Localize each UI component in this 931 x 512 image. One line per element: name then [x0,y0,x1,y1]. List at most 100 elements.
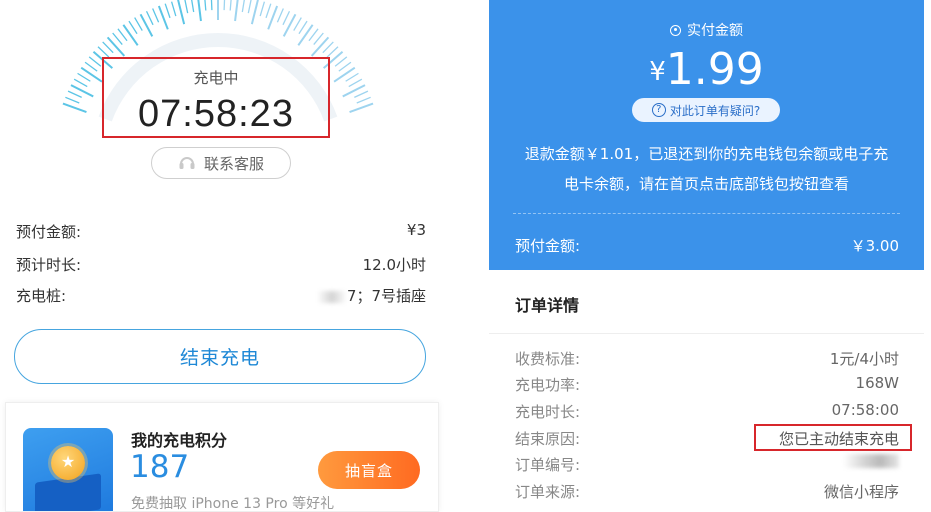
refund-line-1: 退款金额￥1.01，已退还到你的充电钱包余额或电子充 [524,145,889,163]
gauge-tick [229,0,232,11]
gauge-tick [177,0,186,25]
detail-value: 1元/4小时 [829,350,899,368]
gauge-tick [112,32,123,45]
end-reason-highlight-box [754,424,912,451]
detail-value [843,454,899,475]
info-label: 预付金额: [16,223,82,241]
detail-label: 充电功率: [515,376,581,394]
order-question-link[interactable]: ? 对此订单有疑问? [632,98,780,122]
detail-label: 订单编号: [515,456,581,474]
gauge-tick [139,13,154,37]
detail-row-source: 订单来源: 微信小程序 [515,481,899,502]
points-card: 我的充电积分 187 抽盲盒 免费抽取 iPhone 13 Pro 等好礼 [5,402,439,512]
target-icon [670,24,681,36]
gauge-tick [80,66,103,83]
gauge-tick [282,10,291,26]
gauge-tick [102,41,114,54]
gauge-tick [70,84,94,98]
info-row-duration: 预计时长: 12.0小时 [16,254,426,275]
gauge-tick [88,56,102,67]
gauge-tick [97,46,110,58]
points-coin-icon [23,428,113,511]
paid-label: 实付金额 [687,23,743,39]
contact-support-button[interactable]: 联系客服 [151,147,291,179]
detail-divider [489,333,924,334]
gauge-tick [84,61,98,72]
charger-value-text: 7；7号插座 [346,287,426,305]
gauge-tick [152,8,160,23]
redacted-charger-id [316,290,347,303]
gauge-tick [106,36,126,57]
gauge-tick [73,78,88,88]
gauge-tick [334,56,348,67]
gauge-tick [313,32,324,45]
info-value: 7；7号插座 [316,285,426,306]
detail-value: 微信小程序 [823,483,899,501]
gauge-tick [77,72,91,82]
gauge-tick [276,8,284,23]
gauge-tick [298,20,308,35]
paid-amount-value: 1.99 [665,44,764,95]
refund-notice: 退款金额￥1.01，已退还到你的充电钱包余额或电子充 电卡余额，请在首页点击底部… [509,139,904,199]
gauge-tick [259,1,266,17]
info-row-prepaid: 预付金额: ¥3 [16,221,426,242]
gauge-tick [184,0,189,14]
currency-symbol: ¥ [649,57,666,87]
gauge-tick [234,0,239,22]
detail-row-duration: 充电时长: 07:58:00 [515,401,899,422]
gauge-tick [128,20,138,35]
charging-status-panel: 充电中 07:58:23 联系客服 预付金额: ¥3 预计时长: 12.0小时 [0,0,445,512]
points-title: 我的充电积分 [131,431,228,450]
detail-label: 结束原因: [515,430,581,448]
gauge-tick [342,84,366,98]
question-icon: ? [651,103,666,117]
headset-icon [178,155,196,171]
detail-label: 订单来源: [515,483,581,501]
gauge-tick [348,78,363,88]
info-row-charger: 充电桩: 7；7号插座 [16,285,426,306]
detail-label: 收费标准: [515,350,581,368]
detail-row-power: 充电功率: 168W [515,374,899,395]
gauge-tick [223,0,226,11]
gauge-tick [265,3,272,19]
prepaid-row: 预付金额: ￥3.00 [515,235,899,256]
order-summary-panel: 实付金额 ¥1.99 ? 对此订单有疑问? 退款金额￥1.01，已退还到你的充电… [489,0,924,512]
gauge-tick [310,36,330,57]
paid-amount: ¥1.99 [489,44,924,95]
gauge-tick [308,28,319,42]
gauge-tick [338,61,352,72]
gauge-tick [134,17,143,31]
screenshot-root: 充电中 07:58:23 联系客服 预付金额: ¥3 预计时长: 12.0小时 [0,0,931,512]
gauge-tick [197,0,202,22]
redacted-order-number [843,454,899,468]
gauge-tick [345,72,359,82]
charging-status-text: 充电中 [193,69,239,87]
detail-value: 168W [855,374,899,392]
gauge-tick [210,0,213,11]
info-label: 预计时长: [16,256,82,274]
gauge-tick [170,1,177,17]
blind-box-button[interactable]: 抽盲盒 [318,451,420,489]
gauge-tick [145,10,154,26]
gauge-tick [247,0,252,14]
timer-highlight-box: 充电中 07:58:23 [102,57,330,138]
info-label: 充电桩: [16,287,67,305]
gauge-tick [122,24,139,46]
gauge-tick [354,90,369,98]
gauge-tick [282,13,297,37]
gauge-tick [349,102,374,114]
order-detail-title: 订单详情 [515,296,580,315]
gauge-tick [326,46,339,58]
gauge-tick [297,24,314,46]
gauge-tick [67,90,82,98]
end-charging-button[interactable]: 结束充电 [14,329,426,384]
payment-header: 实付金额 ¥1.99 ? 对此订单有疑问? 退款金额￥1.01，已退还到你的充电… [489,0,924,270]
detail-label: 充电时长: [515,403,581,421]
detail-value: 07:58:00 [831,401,899,419]
info-value: ¥3 [406,221,426,239]
gauge-tick [333,66,356,83]
gauge-tick [191,0,195,13]
gauge-tick [62,102,87,114]
detail-row-order-no: 订单编号: [515,454,899,475]
info-value: 12.0小时 [362,256,426,274]
